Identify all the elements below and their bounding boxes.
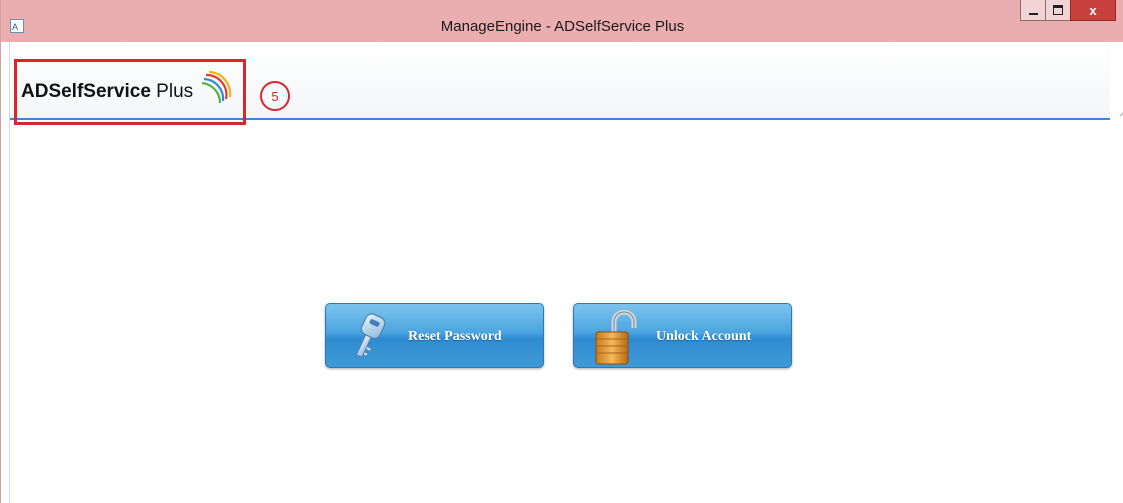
window-controls: x: [1020, 0, 1116, 21]
reset-password-label: Reset Password: [408, 329, 502, 344]
unlock-account-button[interactable]: Unlock Account: [573, 303, 792, 368]
logo-text-light: Plus: [150, 81, 194, 102]
close-button[interactable]: x: [1070, 0, 1116, 21]
annotation-badge: 5: [260, 81, 290, 111]
client-area: ADSelfService Plus 5: [9, 42, 1123, 503]
product-logo[interactable]: ADSelfService Plus: [21, 81, 193, 103]
window-title: ManageEngine - ADSelfService Plus: [440, 18, 685, 35]
maximize-icon: [1053, 5, 1063, 15]
minimize-icon: [1028, 13, 1038, 15]
padlock-open-icon: [595, 310, 637, 365]
header-bar: ADSelfService Plus 5: [10, 42, 1110, 125]
app-window: A ManageEngine - ADSelfService Plus x AD…: [0, 0, 1123, 503]
maximize-button[interactable]: [1045, 0, 1071, 21]
scroll-up-icon[interactable]: [1117, 106, 1123, 120]
key-icon: [355, 313, 386, 358]
title-bar[interactable]: A ManageEngine - ADSelfService Plus x: [1, 0, 1123, 42]
unlock-account-label: Unlock Account: [656, 329, 752, 344]
minimize-button[interactable]: [1020, 0, 1046, 21]
reset-password-button[interactable]: Reset Password: [325, 303, 544, 368]
logo-arc-icon: [201, 70, 232, 104]
logo-text-bold: ADSelfService: [21, 81, 151, 102]
